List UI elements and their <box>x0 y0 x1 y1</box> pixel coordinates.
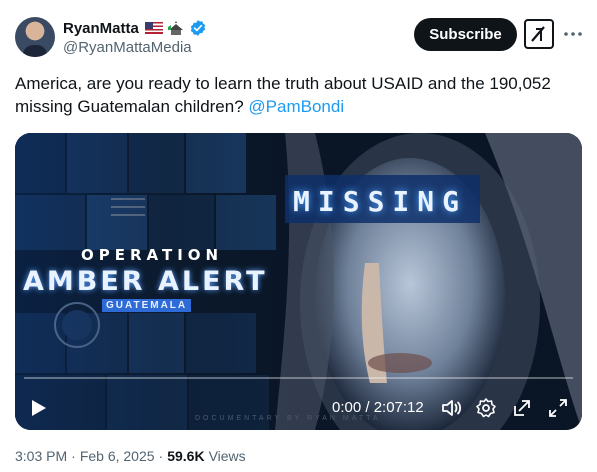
play-icon[interactable] <box>27 397 49 419</box>
video-progress-bar[interactable] <box>24 377 573 379</box>
thumbnail-missing-text: MISSING <box>293 185 468 218</box>
fullscreen-icon[interactable] <box>547 397 569 419</box>
tweet-text: America, are you ready to learn the trut… <box>15 72 585 118</box>
thumbnail-credit-text: DOCUMENTARY BY RYAN MATTA <box>195 415 381 422</box>
thumbnail-guatemala-text: GUATEMALA <box>102 299 192 312</box>
meta-separator-2: · <box>158 448 164 464</box>
author-display-name[interactable]: RyanMatta <box>63 20 139 37</box>
verified-badge-icon[interactable] <box>189 19 207 37</box>
mention-link[interactable]: @PamBondi <box>248 97 344 116</box>
views-label: Views <box>208 448 246 464</box>
video-time-display: 0:00 / 2:07:12 <box>332 399 424 416</box>
more-dots-icon[interactable] <box>561 22 585 46</box>
avatar[interactable] <box>15 17 55 57</box>
church-icon <box>167 21 183 35</box>
thumbnail-operation-text: OPERATION <box>81 246 224 264</box>
volume-icon[interactable] <box>440 397 462 419</box>
video-player[interactable]: OPERATION AMBER ALERT GUATEMALA MISSING … <box>15 133 582 430</box>
thumbnail-amber-alert-text: AMBER ALERT <box>23 266 268 297</box>
views-count: 59.6K <box>167 448 205 464</box>
meta-separator: · <box>71 448 76 464</box>
us-flag-icon <box>144 22 163 34</box>
author-name-row: RyanMatta <box>63 18 207 38</box>
tweet-meta: 3:03 PM · Feb 6, 2025 · 59.6K Views <box>15 448 246 464</box>
grok-icon <box>531 26 545 42</box>
subscribe-button[interactable]: Subscribe <box>414 18 517 51</box>
settings-gear-icon[interactable] <box>475 397 497 419</box>
author-handle[interactable]: @RyanMattaMedia <box>63 39 192 56</box>
tweet-header: RyanMatta @RyanMattaMedia Subscribe <box>0 0 597 62</box>
tweet-time[interactable]: 3:03 PM <box>15 448 67 464</box>
grok-button[interactable] <box>524 19 554 49</box>
tweet-date[interactable]: Feb 6, 2025 <box>80 448 155 464</box>
pop-out-icon[interactable] <box>511 397 533 419</box>
